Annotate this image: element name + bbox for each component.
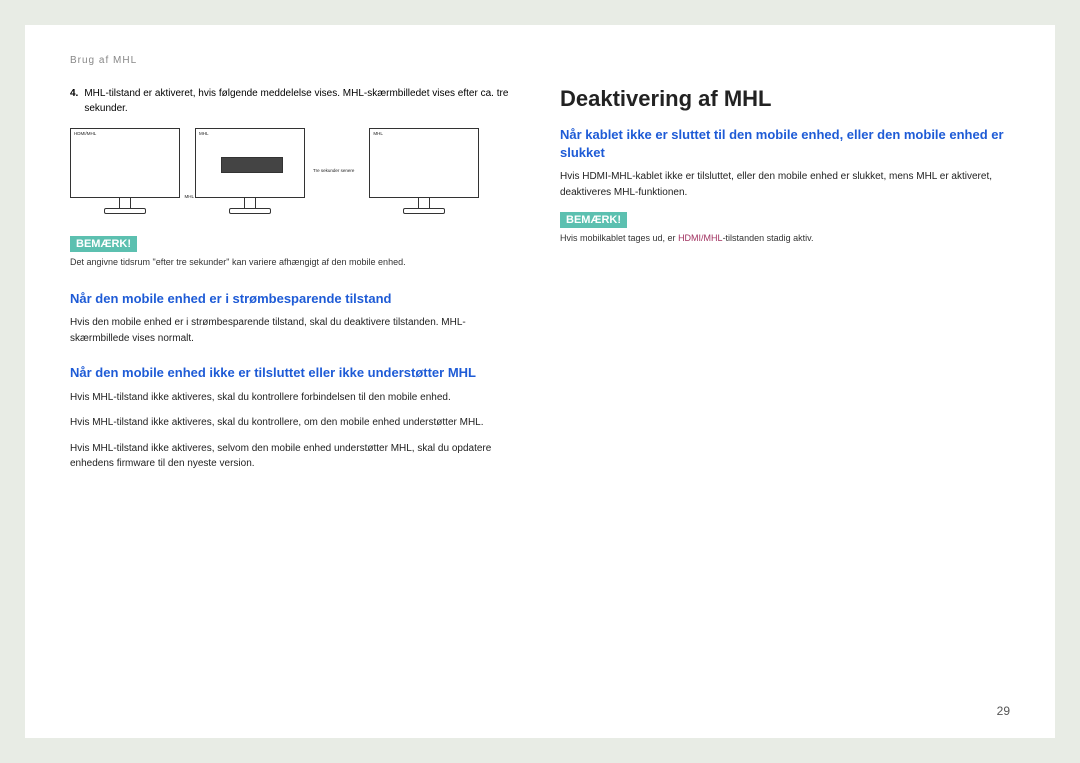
subheading-cable-off: Når kablet ikke er sluttet til den mobil… bbox=[560, 126, 1010, 161]
note-post: -tilstanden stadig aktiv. bbox=[723, 233, 814, 243]
note-highlight: HDMI/MHL bbox=[678, 233, 723, 243]
note-pre: Hvis mobilkablet tages ud, er bbox=[560, 233, 678, 243]
paragraph: Hvis MHL-tilstand ikke aktiveres, skal d… bbox=[70, 415, 520, 431]
note-badge: BEMÆRK! bbox=[70, 236, 137, 252]
monitor-3-port-label: MHL bbox=[373, 131, 383, 136]
right-column: Deaktivering af MHL Når kablet ikke er s… bbox=[560, 86, 1010, 482]
step-text: MHL-tilstand er aktiveret, hvis følgende… bbox=[84, 86, 520, 116]
paragraph: Hvis MHL-tilstand ikke aktiveres, skal d… bbox=[70, 390, 520, 406]
subheading-power-save: Når den mobile enhed er i strømbesparend… bbox=[70, 290, 520, 308]
stand-base-icon bbox=[403, 208, 445, 214]
subheading-not-connected: Når den mobile enhed ikke er tilsluttet … bbox=[70, 364, 520, 382]
note-block-left: BEMÆRK! Det angivne tidsrum "efter tre s… bbox=[70, 234, 520, 270]
timer-label: Tre sekunder senere bbox=[313, 168, 354, 173]
mhl-overlay-icon bbox=[221, 157, 283, 173]
left-column: 4. MHL-tilstand er aktiveret, hvis følge… bbox=[70, 86, 520, 482]
step-number: 4. bbox=[70, 86, 78, 116]
step-4: 4. MHL-tilstand er aktiveret, hvis følge… bbox=[70, 86, 520, 116]
paragraph: Hvis MHL-tilstand ikke aktiveres, selvom… bbox=[70, 441, 520, 472]
page: Brug af MHL 4. MHL-tilstand er aktiveret… bbox=[25, 25, 1055, 738]
monitor-3-screen: MHL bbox=[369, 128, 479, 198]
note-text: Hvis mobilkablet tages ud, er HDMI/MHL-t… bbox=[560, 232, 1010, 246]
monitor-1: HDMI/MHL MHL bbox=[70, 128, 180, 214]
monitor-2: MHL bbox=[195, 128, 305, 214]
monitor-2-screen: MHL bbox=[195, 128, 305, 198]
stand-base-icon bbox=[229, 208, 271, 214]
page-header: Brug af MHL bbox=[70, 55, 1010, 66]
note-block-right: BEMÆRK! Hvis mobilkablet tages ud, er HD… bbox=[560, 210, 1010, 246]
page-number: 29 bbox=[997, 704, 1010, 718]
note-text: Det angivne tidsrum "efter tre sekunder"… bbox=[70, 256, 520, 270]
stand-neck-icon bbox=[418, 198, 430, 208]
monitor-1-mhl-label: MHL bbox=[184, 194, 194, 199]
stand-neck-icon bbox=[119, 198, 131, 208]
monitor-illustration: HDMI/MHL MHL MHL bbox=[70, 128, 520, 214]
note-badge: BEMÆRK! bbox=[560, 212, 627, 228]
monitor-1-port-label: HDMI/MHL bbox=[74, 131, 96, 136]
paragraph: Hvis HDMI-MHL-kablet ikke er tilsluttet,… bbox=[560, 169, 1010, 200]
two-column-layout: 4. MHL-tilstand er aktiveret, hvis følge… bbox=[70, 86, 1010, 482]
monitor-3: MHL bbox=[369, 128, 479, 214]
stand-neck-icon bbox=[244, 198, 256, 208]
stand-base-icon bbox=[104, 208, 146, 214]
monitor-3-group: MHL bbox=[369, 128, 479, 214]
monitor-1-screen: HDMI/MHL MHL bbox=[70, 128, 180, 198]
monitor-2-port-label: MHL bbox=[199, 131, 209, 136]
paragraph: Hvis den mobile enhed er i strømbesparen… bbox=[70, 315, 520, 346]
monitor-2-group: MHL Tre sekunder senere bbox=[195, 128, 354, 214]
page-canvas: Brug af MHL 4. MHL-tilstand er aktiveret… bbox=[0, 0, 1080, 763]
page-title: Deaktivering af MHL bbox=[560, 86, 1010, 112]
monitor-1-group: HDMI/MHL MHL bbox=[70, 128, 180, 214]
